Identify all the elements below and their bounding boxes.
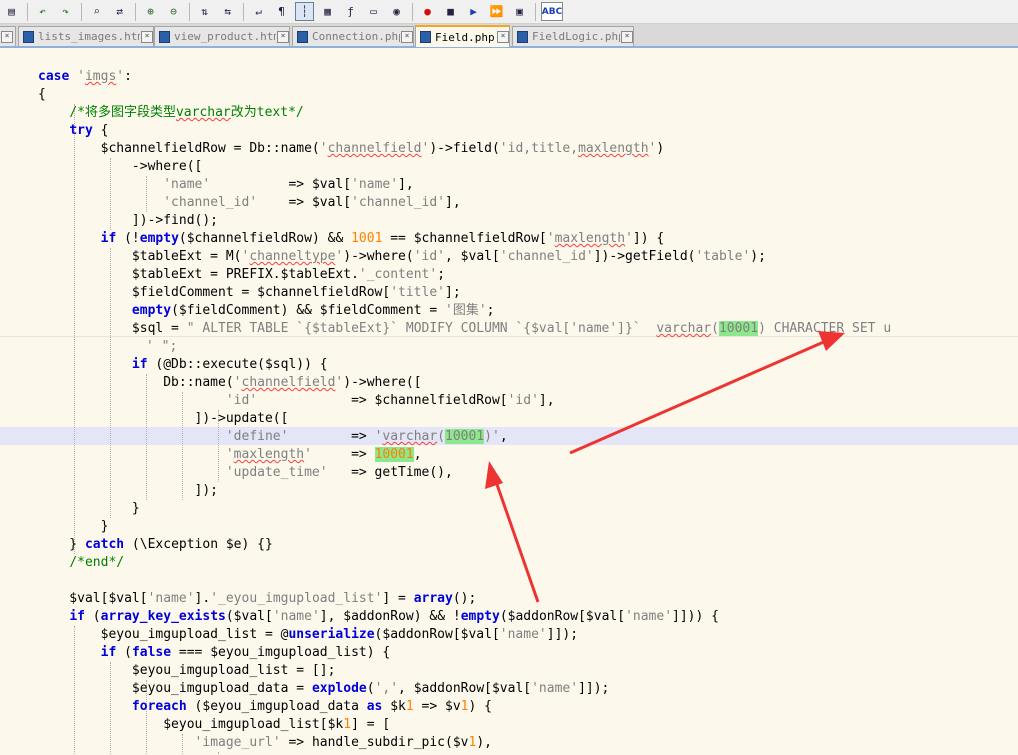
tab-label: Field.php (435, 30, 495, 44)
document-map-icon[interactable]: ▦ (318, 2, 337, 21)
tab-close-icon[interactable]: × (621, 30, 633, 43)
code-line[interactable]: ' "; (146, 338, 891, 356)
code-line[interactable]: { (38, 86, 891, 104)
sync-horizontal-icon[interactable]: ⇆ (218, 2, 237, 21)
zoom-in-icon[interactable]: ⊕ (141, 2, 160, 21)
tab-view-product-htm[interactable]: view_product.htm × (154, 26, 290, 46)
file-save-state-icon (420, 31, 431, 43)
file-save-state-icon (297, 30, 308, 43)
tab-label: lists_images.htm (38, 30, 140, 43)
toolbar-separator (412, 2, 413, 21)
code-line[interactable]: case 'imgs': (38, 68, 891, 86)
code-line[interactable]: $eyou_imgupload_list = @unserialize($add… (38, 626, 891, 644)
code-line[interactable]: $eyou_imgupload_list[$k1] = [ (38, 716, 891, 734)
file-save-state-icon (159, 30, 170, 43)
code-line[interactable]: } catch (\Exception $e) {} (38, 536, 891, 554)
tab-close-icon[interactable]: × (401, 30, 413, 43)
file-save-state-icon (517, 30, 528, 43)
code-line[interactable]: if (@Db::execute($sql)) { (38, 356, 891, 374)
code-line[interactable]: $val[$val['name'].'_eyou_imgupload_list'… (38, 590, 891, 608)
code-line[interactable]: $eyou_imgupload_data = explode(',', $add… (38, 680, 891, 698)
tab-label: FieldLogic.php (532, 30, 620, 43)
spell-check-icon[interactable]: ABC (541, 2, 563, 21)
toolbar: ▤ ↶ ↷ ⌕ ⇄ ⊕ ⊖ ⇅ ⇆ ↵ ¶ ┆ ▦ ƒ ▭ ◉ ● ■ ▶ ⏩ ▣ ABC (0, 0, 1018, 24)
spell-check-label: ABC (541, 6, 563, 17)
toolbar-separator (27, 2, 28, 21)
tab-field-php[interactable]: Field.php × (415, 25, 510, 47)
play-macro-icon[interactable]: ▶ (464, 2, 483, 21)
code-line[interactable]: 'name' => $val['name'], (38, 176, 891, 194)
code-line[interactable]: ]); (38, 482, 891, 500)
save-macro-icon[interactable]: ▣ (510, 2, 529, 21)
file-save-state-icon (23, 30, 34, 43)
code-line[interactable]: 'channel_id' => $val['channel_id'], (38, 194, 891, 212)
tab-close-icon[interactable]: × (277, 30, 289, 43)
code-line[interactable]: empty($fieldComment) && $fieldComment = … (38, 302, 891, 320)
tab-lists-images-htm[interactable]: lists_images.htm × (18, 26, 154, 46)
code-line[interactable]: /*end*/ (38, 554, 891, 572)
tab-close-icon[interactable]: × (141, 30, 153, 43)
tab-label: view_product.htm (174, 30, 276, 43)
code-line[interactable]: ])->find(); (38, 212, 891, 230)
toolbar-separator (243, 2, 244, 21)
code-line[interactable]: 'image_url' => handle_subdir_pic($v1), (38, 734, 891, 752)
sync-vertical-icon[interactable]: ⇅ (195, 2, 214, 21)
code-line[interactable]: ->where([ (38, 158, 891, 176)
code-line[interactable]: try { (38, 122, 891, 140)
tab-fieldlogic-php[interactable]: FieldLogic.php × (512, 26, 634, 46)
code-line[interactable]: } (38, 518, 891, 536)
code-line[interactable]: ])->update([ (38, 410, 891, 428)
redo-icon[interactable]: ↷ (56, 2, 75, 21)
indent-guide-icon[interactable]: ┆ (295, 2, 314, 21)
tab-bar: × lists_images.htm × view_product.htm × Conne… (0, 24, 1018, 48)
code-editor[interactable]: case 'imgs':{ /*将多图字段类型varchar改为text*/ t… (0, 50, 1018, 755)
monitor-icon[interactable]: ◉ (387, 2, 406, 21)
show-all-chars-icon[interactable]: ¶ (272, 2, 291, 21)
code-line[interactable]: if (!empty($channelfieldRow) && 1001 == … (38, 230, 891, 248)
paste-icon[interactable]: ▤ (2, 2, 21, 21)
code-line[interactable]: $sql = " ALTER TABLE `{$tableExt}` MODIF… (38, 320, 891, 338)
code-line[interactable]: 'update_time' => getTime(), (38, 464, 891, 482)
zoom-out-icon[interactable]: ⊖ (164, 2, 183, 21)
record-macro-icon[interactable]: ● (418, 2, 437, 21)
tab-close-icon[interactable]: × (1, 30, 13, 43)
toolbar-separator (189, 2, 190, 21)
tab-label: Connection.php (312, 30, 400, 43)
folder-workspace-icon[interactable]: ▭ (364, 2, 383, 21)
run-macro-multiple-icon[interactable]: ⏩ (487, 2, 506, 21)
code-line[interactable]: /*将多图字段类型varchar改为text*/ (38, 104, 891, 122)
code-line[interactable]: $tableExt = M('channeltype')->where('id'… (38, 248, 891, 266)
tab-overflow-partial[interactable]: × (0, 26, 16, 46)
code-line[interactable]: $fieldComment = $channelfieldRow['title'… (38, 284, 891, 302)
replace-icon[interactable]: ⇄ (110, 2, 129, 21)
code-text: case 'imgs':{ /*将多图字段类型varchar改为text*/ t… (38, 68, 891, 752)
undo-icon[interactable]: ↶ (33, 2, 52, 21)
code-line[interactable]: if (false === $eyou_imgupload_list) { (38, 644, 891, 662)
code-line[interactable]: 'id' => $channelfieldRow['id'], (38, 392, 891, 410)
code-line[interactable]: $eyou_imgupload_list = []; (38, 662, 891, 680)
tab-connection-php[interactable]: Connection.php × (292, 26, 414, 46)
code-line[interactable]: Db::name('channelfield')->where([ (38, 374, 891, 392)
code-line[interactable]: if (array_key_exists($val['name'], $addo… (38, 608, 891, 626)
toolbar-separator (535, 2, 536, 21)
toolbar-separator (135, 2, 136, 21)
function-list-icon[interactable]: ƒ (341, 2, 360, 21)
code-line[interactable]: $tableExt = PREFIX.$tableExt.'_content'; (38, 266, 891, 284)
code-line[interactable]: $channelfieldRow = Db::name('channelfiel… (38, 140, 891, 158)
stop-macro-icon[interactable]: ■ (441, 2, 460, 21)
word-wrap-icon[interactable]: ↵ (249, 2, 268, 21)
code-line[interactable]: } (38, 500, 891, 518)
code-line[interactable]: foreach ($eyou_imgupload_data as $k1 => … (38, 698, 891, 716)
toolbar-separator (81, 2, 82, 21)
code-line[interactable]: 'define' => 'varchar(10001)', (38, 428, 891, 446)
code-line[interactable]: 'maxlength' => 10001, (38, 446, 891, 464)
code-line[interactable]: ​ (38, 572, 891, 590)
find-icon[interactable]: ⌕ (87, 2, 106, 21)
tab-close-icon[interactable]: × (497, 31, 509, 43)
